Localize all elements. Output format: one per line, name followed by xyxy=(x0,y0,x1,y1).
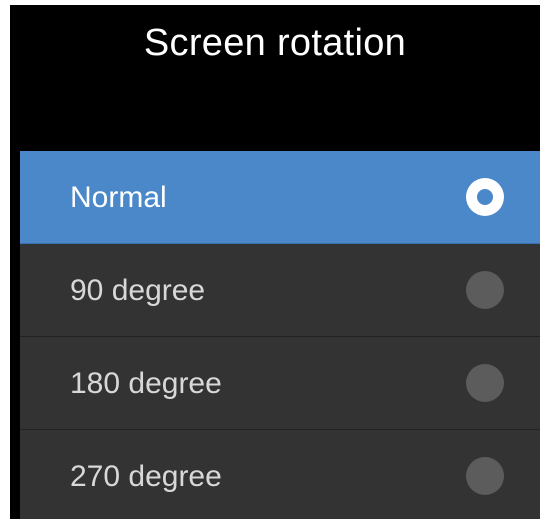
radio-unselected-icon[interactable] xyxy=(466,457,504,495)
option-270-degree[interactable]: 270 degree xyxy=(20,430,540,519)
rotation-options-list: Normal 90 degree 180 degree 270 degree xyxy=(20,151,540,519)
radio-dot-icon xyxy=(477,189,493,205)
option-90-degree[interactable]: 90 degree xyxy=(20,244,540,337)
option-label: 90 degree xyxy=(70,274,206,307)
radio-unselected-icon[interactable] xyxy=(466,271,504,309)
option-label: 270 degree xyxy=(70,460,222,493)
rotation-dialog: Screen rotation Normal 90 degree 180 deg… xyxy=(10,5,540,519)
option-180-degree[interactable]: 180 degree xyxy=(20,337,540,430)
option-label: 180 degree xyxy=(70,367,222,400)
option-normal[interactable]: Normal xyxy=(20,151,540,244)
radio-unselected-icon[interactable] xyxy=(466,364,504,402)
dialog-title: Screen rotation xyxy=(143,22,407,64)
radio-selected-icon[interactable] xyxy=(466,178,504,216)
option-label: Normal xyxy=(70,181,167,214)
